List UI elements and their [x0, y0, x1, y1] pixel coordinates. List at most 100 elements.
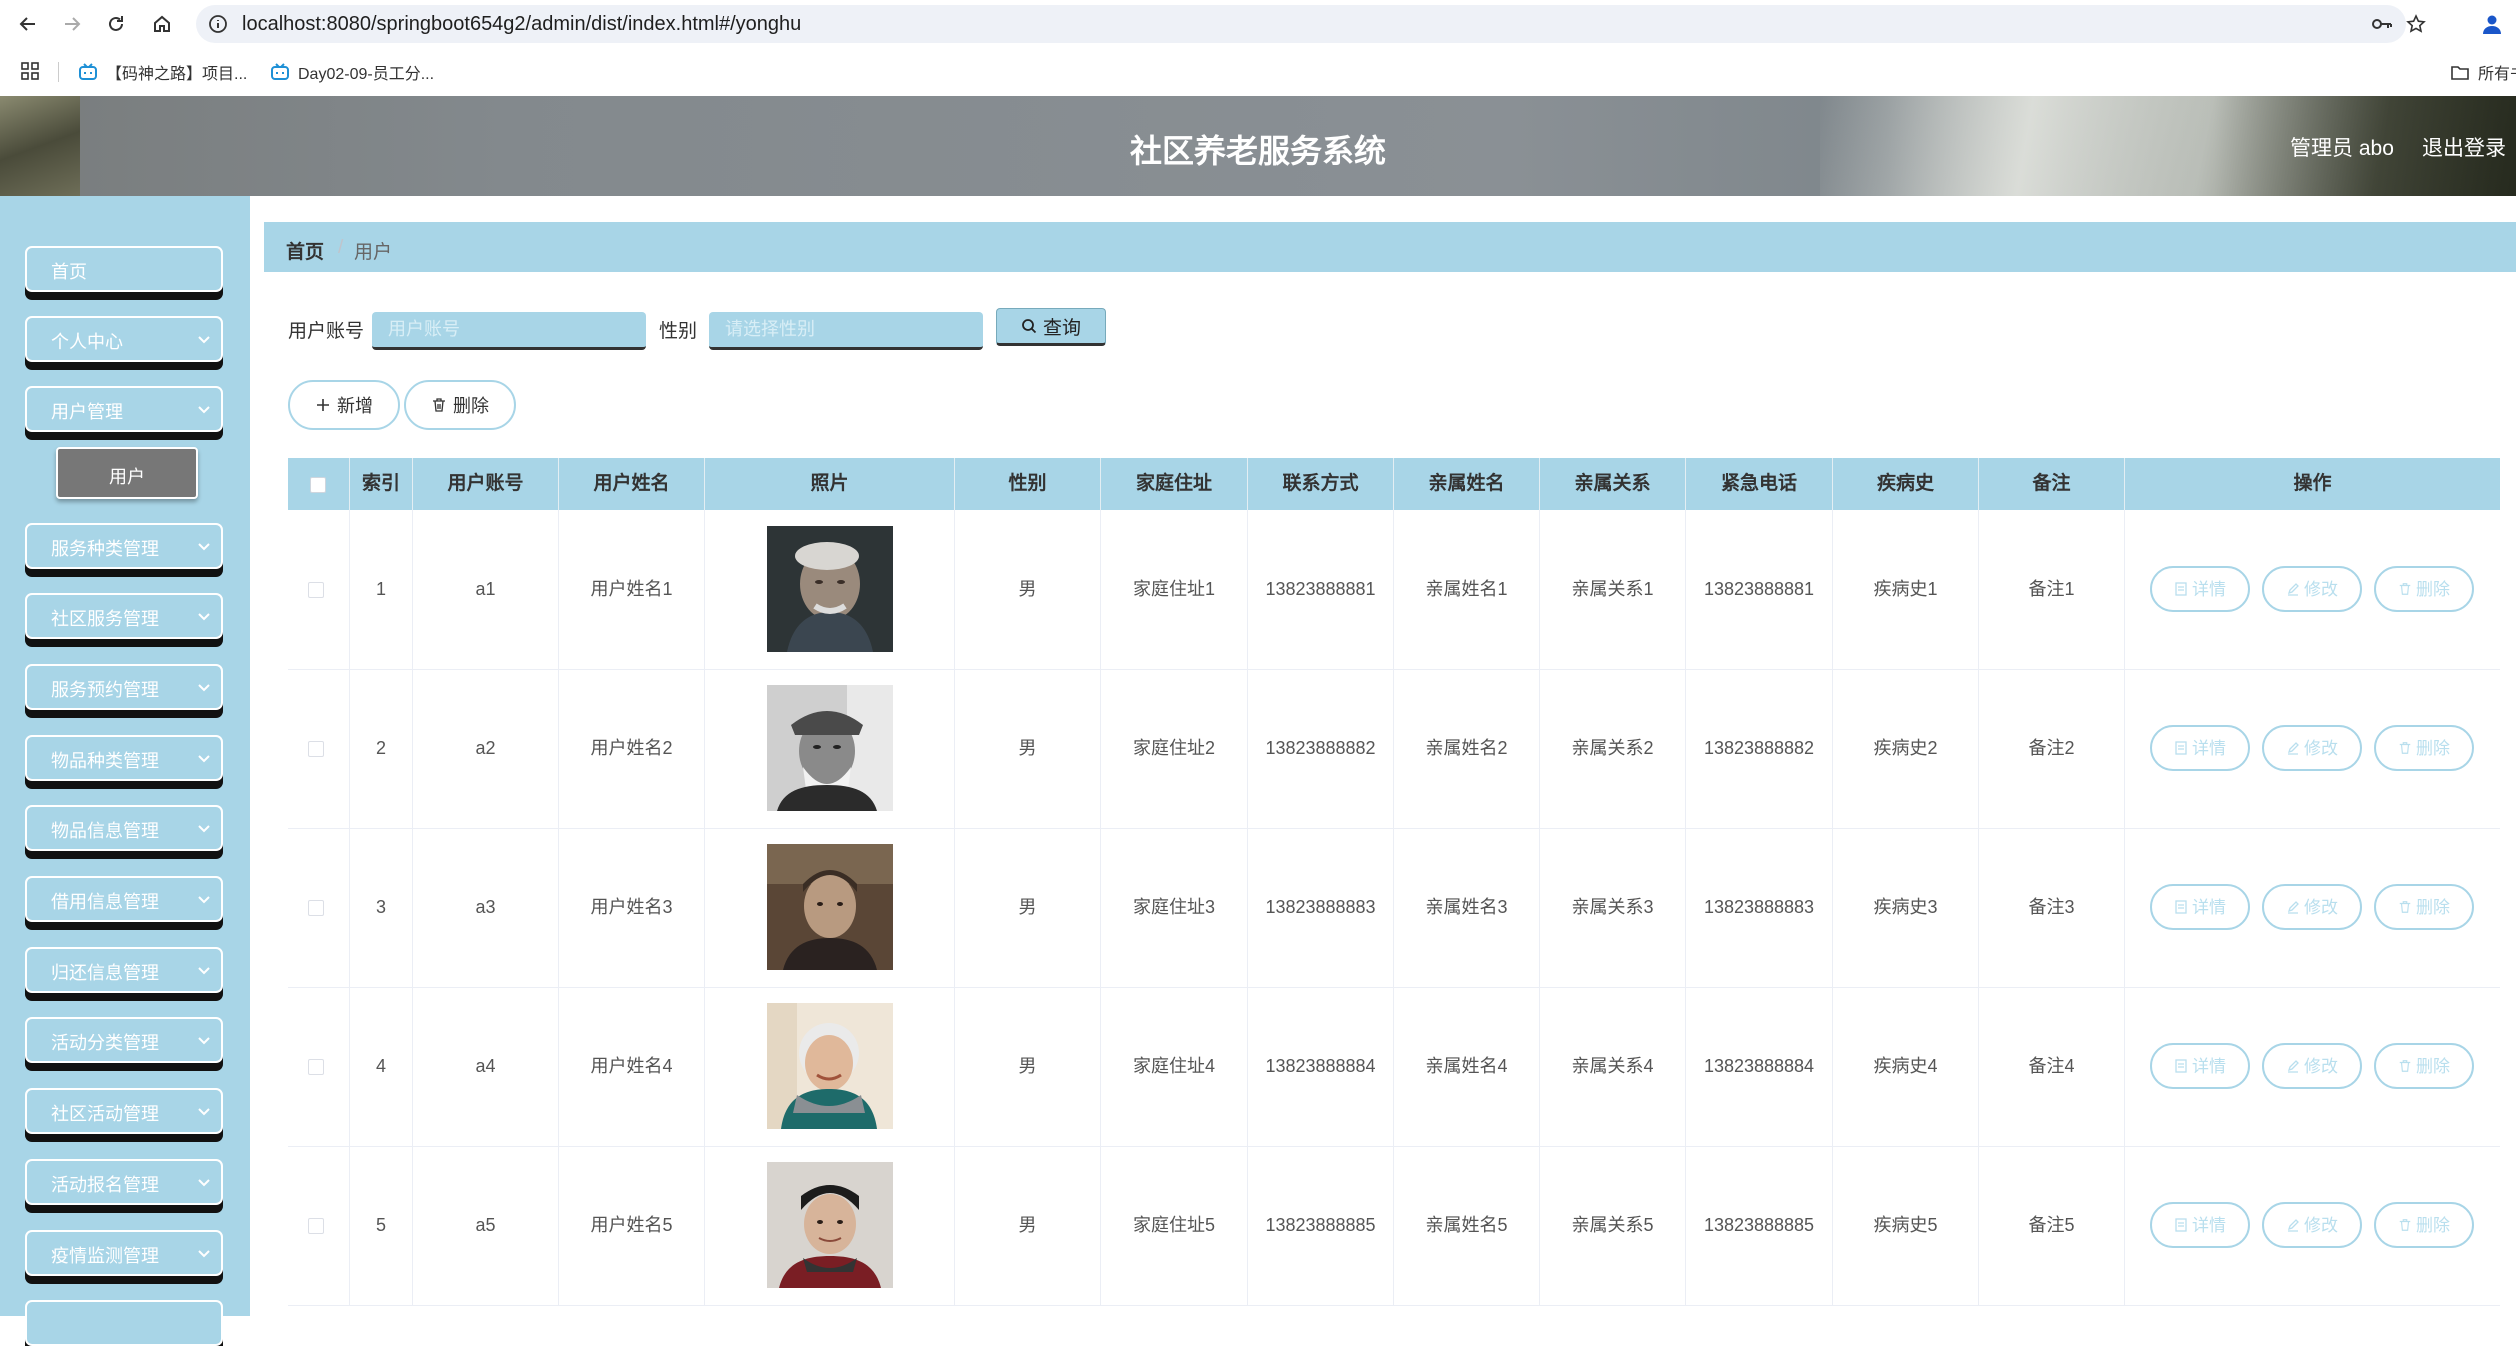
all-bookmarks-button[interactable]: 所有书 [2450, 60, 2516, 84]
row-checkbox[interactable] [308, 741, 324, 757]
bilibili-icon [79, 63, 97, 80]
column-header: 联系方式 [1248, 458, 1394, 510]
sidebar-item-label: 疫情监测管理 [51, 1246, 159, 1266]
chevron-down-icon [197, 1104, 211, 1122]
row-checkbox[interactable] [308, 900, 324, 916]
cell-actions: 详情 修改 删除 [2125, 510, 2500, 669]
back-icon[interactable] [12, 8, 44, 40]
row-checkbox[interactable] [308, 1059, 324, 1075]
site-info-icon[interactable] [208, 14, 228, 39]
plus-icon [317, 399, 329, 411]
app-header: 社区养老服务系统 管理员 abo 退出登录 [0, 96, 2516, 196]
detail-button[interactable]: 详情 [2150, 566, 2250, 612]
sidebar-item-item-info[interactable]: 物品信息管理 [25, 805, 223, 851]
cell-gender: 男 [955, 828, 1101, 987]
detail-button[interactable]: 详情 [2150, 725, 2250, 771]
gender-select[interactable] [709, 312, 983, 350]
detail-button[interactable]: 详情 [2150, 1202, 2250, 1248]
document-icon [2175, 741, 2187, 755]
trash-icon [433, 398, 445, 412]
apps-grid-icon[interactable] [20, 61, 40, 81]
column-header: 操作 [2293, 473, 2332, 494]
trash-icon [2399, 901, 2411, 913]
select-all-checkbox[interactable] [310, 477, 326, 493]
bookmark-star-icon[interactable] [2406, 14, 2426, 39]
sidebar-item-community-service[interactable]: 社区服务管理 [25, 593, 223, 639]
profile-icon[interactable] [2476, 8, 2508, 40]
reload-icon[interactable] [100, 8, 132, 40]
batch-delete-label: 删除 [453, 396, 489, 416]
edit-button[interactable]: 修改 [2262, 725, 2362, 771]
home-icon[interactable] [146, 8, 178, 40]
logout-link[interactable]: 退出登录 [2422, 132, 2506, 162]
cell-emergency-phone: 13823888883 [1686, 828, 1833, 987]
sidebar-item-item-types[interactable]: 物品种类管理 [25, 735, 223, 781]
batch-delete-button[interactable]: 删除 [404, 380, 516, 430]
delete-button[interactable]: 删除 [2374, 1202, 2474, 1248]
bookmark-item-1[interactable]: 【码神之路】项目... [78, 60, 247, 84]
address-bar[interactable]: localhost:8080/springboot654g2/admin/dis… [196, 5, 2426, 43]
account-search-input[interactable] [372, 312, 646, 350]
sidebar: 首页 个人中心 用户管理 用户 服务种类管理 社区服务管理 服务预约管理 物品种… [0, 196, 250, 1346]
sidebar-item-user-management[interactable]: 用户管理 [25, 386, 223, 432]
sidebar-item-label: 服务种类管理 [51, 539, 159, 559]
row-checkbox[interactable] [308, 582, 324, 598]
edit-icon [2287, 1219, 2299, 1232]
delete-button[interactable]: 删除 [2374, 884, 2474, 930]
table-row: 1 a1 用户姓名1 男 家庭住址1 13823888881 亲属姓名1 亲属关… [288, 510, 2500, 670]
detail-button[interactable]: 详情 [2150, 1043, 2250, 1089]
cell-account: a3 [413, 828, 559, 987]
chevron-down-icon [197, 821, 211, 839]
delete-button[interactable]: 删除 [2374, 1043, 2474, 1089]
edit-icon [2287, 583, 2299, 596]
query-button[interactable]: 查询 [996, 308, 1106, 346]
column-header: 疾病史 [1833, 458, 1979, 510]
bookmarks-divider [58, 62, 59, 82]
edit-button[interactable]: 修改 [2262, 566, 2362, 612]
edit-button[interactable]: 修改 [2262, 884, 2362, 930]
edit-button-label: 修改 [2304, 1215, 2338, 1235]
chevron-down-icon [197, 332, 211, 350]
cell-gender: 男 [955, 510, 1101, 669]
sidebar-item-more[interactable] [25, 1300, 223, 1346]
delete-button[interactable]: 删除 [2374, 725, 2474, 771]
delete-button[interactable]: 删除 [2374, 566, 2474, 612]
cell-relation: 亲属关系5 [1540, 1146, 1686, 1305]
cell-medical-history: 疾病史5 [1833, 1146, 1979, 1305]
user-photo [767, 526, 893, 652]
breadcrumb-home[interactable]: 首页 [286, 237, 324, 264]
sidebar-item-activity-category[interactable]: 活动分类管理 [25, 1017, 223, 1063]
chevron-down-icon [197, 402, 211, 420]
detail-button[interactable]: 详情 [2150, 884, 2250, 930]
sidebar-item-borrow-info[interactable]: 借用信息管理 [25, 876, 223, 922]
sidebar-subitem-user[interactable]: 用户 [56, 447, 198, 499]
table-row: 2 a2 用户姓名2 男 家庭住址2 13823888882 亲属姓名2 亲属关… [288, 669, 2500, 829]
sidebar-item-activity-signup[interactable]: 活动报名管理 [25, 1159, 223, 1205]
sidebar-item-personal-center[interactable]: 个人中心 [25, 316, 223, 362]
sidebar-item-return-info[interactable]: 归还信息管理 [25, 947, 223, 993]
password-key-icon[interactable] [2370, 14, 2394, 39]
forward-icon[interactable] [56, 8, 88, 40]
sidebar-item-home[interactable]: 首页 [25, 246, 223, 292]
cell-relative-name: 亲属姓名5 [1394, 1146, 1540, 1305]
chevron-down-icon [197, 1175, 211, 1193]
delete-button-label: 删除 [2416, 897, 2450, 917]
cell-relation: 亲属关系1 [1540, 510, 1686, 669]
cell-name: 用户姓名2 [559, 669, 705, 828]
cell-photo [705, 828, 955, 987]
row-checkbox[interactable] [308, 1218, 324, 1234]
cell-emergency-phone: 13823888882 [1686, 669, 1833, 828]
bookmark-item-2[interactable]: Day02-09-员工分... [270, 60, 434, 84]
sidebar-item-service-types[interactable]: 服务种类管理 [25, 523, 223, 569]
column-header: 紧急电话 [1686, 458, 1833, 510]
cell-emergency-phone: 13823888884 [1686, 987, 1833, 1146]
sidebar-item-label: 个人中心 [51, 332, 123, 352]
sidebar-item-epidemic-monitoring[interactable]: 疫情监测管理 [25, 1230, 223, 1276]
add-button[interactable]: 新增 [288, 380, 400, 430]
edit-button[interactable]: 修改 [2262, 1043, 2362, 1089]
sidebar-item-service-booking[interactable]: 服务预约管理 [25, 664, 223, 710]
cell-relation: 亲属关系3 [1540, 828, 1686, 987]
sidebar-item-community-activity[interactable]: 社区活动管理 [25, 1088, 223, 1134]
edit-button-label: 修改 [2304, 579, 2338, 599]
edit-button[interactable]: 修改 [2262, 1202, 2362, 1248]
